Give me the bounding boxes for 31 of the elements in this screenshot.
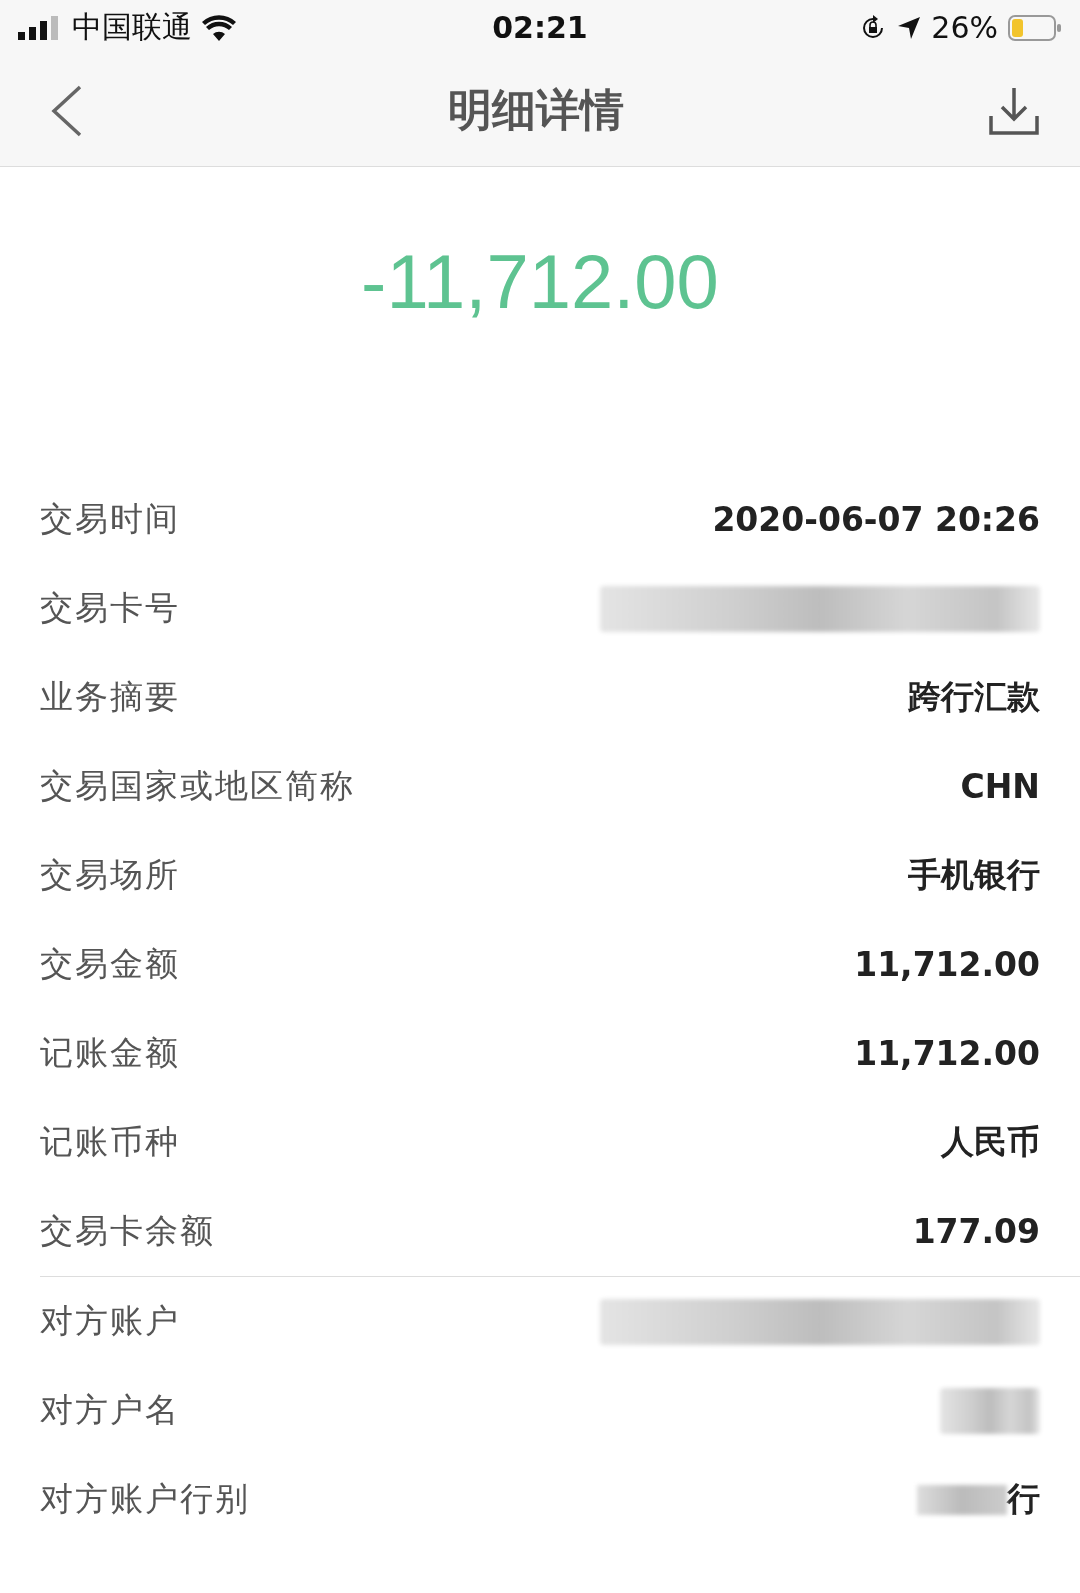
field-label: 业务摘要 <box>40 676 180 718</box>
field-label: 记账金额 <box>40 1032 180 1074</box>
clock-time: 02:21 <box>492 10 588 45</box>
field-label: 交易金额 <box>40 943 180 985</box>
field-value: 行 <box>1007 1478 1040 1520</box>
field-label: 交易卡余额 <box>40 1210 215 1252</box>
field-label: 交易卡号 <box>40 587 180 629</box>
back-icon[interactable] <box>50 84 84 137</box>
field-value: CHN <box>960 767 1040 806</box>
field-label: 交易国家或地区简称 <box>40 765 355 807</box>
field-label: 交易场所 <box>40 854 180 896</box>
carrier-name: 中国联通 <box>72 8 192 46</box>
field-label: 对方账户行别 <box>40 1478 250 1520</box>
field-value: 11,712.00 <box>854 945 1040 984</box>
page-title: 明细详情 <box>448 83 624 137</box>
field-label: 对方户名 <box>40 1389 180 1431</box>
field-value: 人民币 <box>941 1121 1040 1163</box>
field-value: 2020-06-07 20:26 <box>712 500 1040 539</box>
field-value: 177.09 <box>912 1212 1040 1251</box>
location-arrow-icon <box>897 15 922 40</box>
battery-percent: 26% <box>931 10 998 45</box>
field-label: 交易时间 <box>40 498 180 540</box>
field-label: 记账币种 <box>40 1121 180 1163</box>
battery-icon <box>1008 14 1062 41</box>
wifi-icon <box>202 14 236 41</box>
field-value: 手机银行 <box>908 854 1040 896</box>
transaction-amount: -11,712.00 <box>361 238 719 326</box>
download-icon[interactable] <box>988 85 1040 136</box>
field-value: 跨行汇款 <box>908 676 1040 718</box>
field-label: 对方账户 <box>40 1300 180 1342</box>
field-value: 11,712.00 <box>854 1034 1040 1073</box>
